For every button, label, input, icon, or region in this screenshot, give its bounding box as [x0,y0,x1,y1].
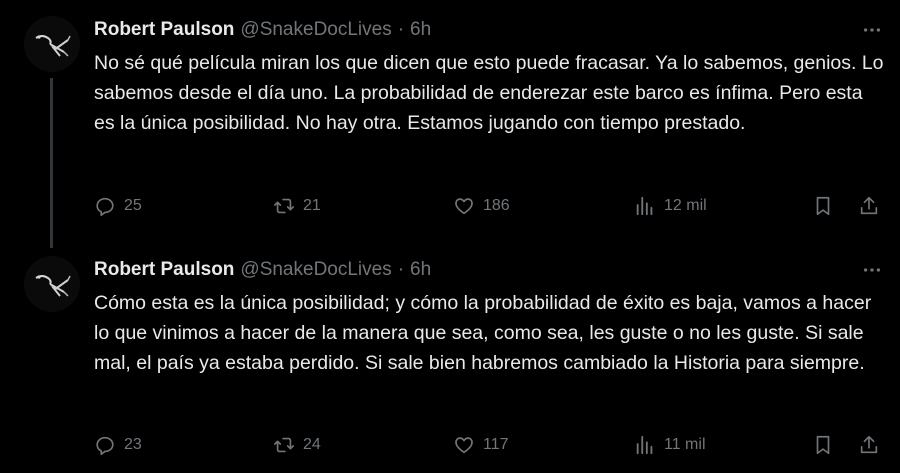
share-icon [860,196,878,215]
tweet-text: No sé qué película miran los que dicen q… [94,52,884,134]
repost-icon [274,198,294,214]
like-button[interactable]: 186 [453,190,510,222]
share-button[interactable] [858,429,880,461]
bookmark-icon [816,196,830,216]
views-count: 12 mil [664,197,707,214]
reply-icon [96,197,114,216]
tweet-actions: 25 21 186 12 mil [94,190,890,222]
author-name[interactable]: Robert Paulson [94,259,234,281]
views-icon [636,435,653,455]
separator-dot: · [397,19,405,40]
snake-logo-icon [24,256,80,312]
views-button[interactable]: 11 mil [634,429,706,461]
author-handle[interactable]: @SnakeDocLives [240,259,391,281]
reply-button[interactable]: 25 [94,190,142,222]
repost-count: 21 [303,197,321,214]
tweet-time[interactable]: 6h [410,259,431,281]
more-icon [863,268,881,272]
reply-count: 25 [124,197,142,214]
bookmark-icon [816,435,830,455]
bookmark-button[interactable] [812,190,834,222]
tweet-header: Robert Paulson @SnakeDocLives · 6h [94,17,431,43]
more-button[interactable] [858,18,886,42]
reply-button[interactable]: 23 [94,429,142,461]
separator-dot: · [397,259,405,280]
share-button[interactable] [858,190,880,222]
more-icon [863,28,881,32]
avatar[interactable] [24,256,80,312]
repost-button[interactable]: 24 [273,429,321,461]
tweet[interactable]: Robert Paulson @SnakeDocLives · 6h No sé… [0,0,900,248]
like-icon [455,437,473,454]
views-icon [636,196,653,216]
like-button[interactable]: 117 [453,429,509,461]
repost-button[interactable]: 21 [273,190,321,222]
avatar[interactable] [24,16,80,72]
like-count: 117 [483,436,509,453]
tweet[interactable]: Robert Paulson @SnakeDocLives · 6h Cómo … [0,248,900,473]
author-name[interactable]: Robert Paulson [94,19,234,41]
reply-icon [96,436,114,455]
views-count: 11 mil [664,436,706,453]
share-icon [860,435,878,454]
snake-logo-icon [24,16,80,72]
tweet-actions: 23 24 117 11 mil [94,429,890,461]
tweet-header: Robert Paulson @SnakeDocLives · 6h [94,257,431,283]
repost-icon [274,437,294,453]
like-icon [455,198,473,215]
tweet-text: Cómo esta es la única posibilidad; y cóm… [94,292,872,374]
thread-connector-line [50,78,53,248]
like-count: 186 [483,197,510,214]
bookmark-button[interactable] [812,429,834,461]
reply-count: 23 [124,436,142,453]
views-button[interactable]: 12 mil [634,190,707,222]
more-button[interactable] [858,258,886,282]
repost-count: 24 [303,436,321,453]
tweet-time[interactable]: 6h [410,19,431,41]
author-handle[interactable]: @SnakeDocLives [240,19,391,41]
